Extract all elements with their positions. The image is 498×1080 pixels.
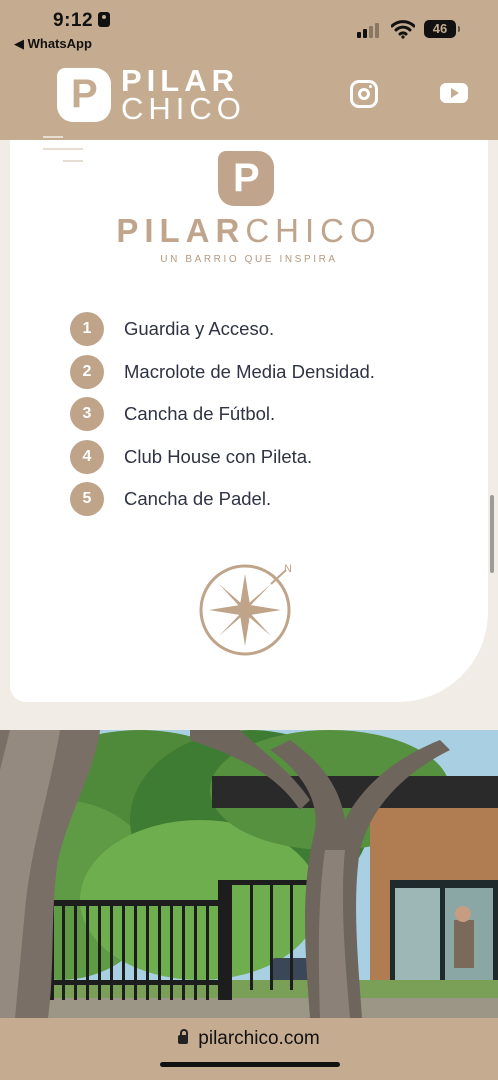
menu-icon[interactable]: [43, 136, 85, 166]
legend-list: 1 Guardia y Acceso. 2 Macrolote de Media…: [70, 308, 450, 521]
youtube-icon[interactable]: [440, 83, 468, 103]
status-bar: 9:12 ◀ WhatsApp 46: [0, 0, 498, 56]
legend-label: Cancha de Fútbol.: [124, 403, 276, 425]
legend-label: Macrolote de Media Densidad.: [124, 360, 375, 382]
home-indicator[interactable]: [160, 1062, 340, 1067]
brand-name: PILARCHICO: [116, 212, 382, 249]
cellular-signal-icon: [357, 22, 383, 38]
legend-item: 3 Cancha de Fútbol.: [70, 393, 450, 436]
brand-mark-icon: [218, 151, 274, 206]
address-bar[interactable]: pilarchico.com: [0, 1018, 498, 1080]
status-time: 9:12: [53, 10, 111, 32]
back-to-app-link[interactable]: ◀ WhatsApp: [14, 36, 92, 52]
legend-number-badge: 3: [70, 397, 104, 432]
logo-mark-icon: [57, 68, 111, 122]
legend-number-badge: 1: [70, 312, 104, 347]
club-house-photo: [0, 730, 498, 1018]
legend-item: 4 Club House con Pileta.: [70, 436, 450, 479]
logo-wordmark: PILAR CHICO: [121, 63, 246, 126]
legend-label: Cancha de Padel.: [124, 488, 272, 510]
legend-item: 2 Macrolote de Media Densidad.: [70, 351, 450, 394]
url-display[interactable]: pilarchico.com: [0, 1028, 498, 1050]
instagram-icon[interactable]: [350, 80, 378, 108]
brand-tagline: UN BARRIO QUE INSPIRA: [160, 254, 338, 265]
portrait-lock-icon: [98, 12, 111, 27]
battery-indicator: 46: [424, 20, 460, 38]
compass-north-label: N: [284, 563, 292, 575]
legend-number-badge: 5: [70, 482, 104, 517]
page-scrollbar[interactable]: [490, 495, 494, 573]
legend-number-badge: 4: [70, 439, 104, 474]
header-logo[interactable]: PILAR CHICO: [57, 63, 246, 126]
legend-label: Club House con Pileta.: [124, 445, 313, 467]
legend-number-badge: 2: [70, 354, 104, 389]
legend-item: 5 Cancha de Padel.: [70, 478, 450, 521]
legend-label: Guardia y Acceso.: [124, 318, 275, 340]
wifi-icon: [391, 20, 415, 39]
compass-rose-icon: N: [199, 563, 292, 656]
lock-icon: [178, 1029, 189, 1044]
legend-item: 1 Guardia y Acceso.: [70, 308, 450, 351]
